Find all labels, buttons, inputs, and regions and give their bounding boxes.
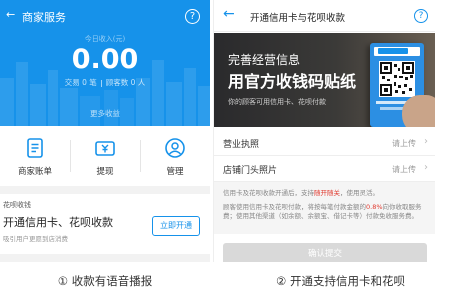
- chevron-right-icon: ›: [424, 162, 428, 173]
- promo-banner: 完善经营信息 用官方收钱码贴纸 你的顾客可用信用卡、花呗付款: [214, 33, 435, 127]
- banner-line-3: 你的顾客可用信用卡、花呗付款: [228, 98, 326, 106]
- help-icon[interactable]: ?: [185, 9, 200, 24]
- caption-left: ① 收款有语音播报: [57, 274, 153, 288]
- customer-count: 顾客数 0 人: [105, 78, 146, 87]
- hand-illustration: [402, 95, 435, 127]
- back-arrow-icon[interactable]: ←: [6, 8, 15, 21]
- grid-item-manage[interactable]: 管理: [140, 126, 210, 186]
- income-amount: 0.00: [71, 44, 139, 75]
- card-subtitle: 吸引用户更愿到店消费: [3, 235, 68, 243]
- person-icon: [165, 138, 185, 158]
- upload-link[interactable]: 请上传: [392, 138, 416, 149]
- credit-card-huabei-screen: ← 开通信用卡与花呗收款 ? 完善经营信息 用官方收钱码贴纸 你的顾客可用信用卡…: [213, 0, 435, 262]
- nav-bar: ← 开通信用卡与花呗收款 ?: [214, 0, 435, 32]
- activate-now-button[interactable]: 立即开通: [152, 216, 200, 236]
- qr-code-icon: [379, 61, 415, 97]
- back-arrow-icon[interactable]: ←: [223, 7, 235, 21]
- page-title: 开通信用卡与花呗收款: [250, 13, 346, 24]
- page-title: 商家服务: [22, 11, 66, 24]
- withdraw-icon: [95, 141, 115, 156]
- banner-line-1: 完善经营信息: [228, 53, 301, 67]
- grid-item-bills[interactable]: 商家账单: [0, 126, 70, 186]
- grid-label-manage: 管理: [166, 167, 184, 177]
- huabei-promo-card: 花呗收钱 开通信用卡、花呗收款 吸引用户更愿到店消费 立即开通: [0, 194, 210, 254]
- notice-line-2: 顾客使用信用卡及花呗付款，将按每笔付款金额的0.8%向你收取服务费；使用其他渠道…: [223, 203, 422, 220]
- business-license-row[interactable]: 营业执照 请上传 ›: [214, 130, 435, 156]
- card-tag: 花呗收钱: [3, 201, 31, 209]
- merchant-service-screen: ← 商家服务 ? 今日收入(元) 0.00 交易 0 笔顾客数 0 人 更多收益…: [0, 0, 210, 262]
- caption-right: ② 开通支持信用卡和花呗: [276, 274, 405, 288]
- function-grid: 商家账单 提现 管理: [0, 126, 210, 186]
- row-label: 营业执照: [223, 140, 260, 150]
- fee-notice: 信用卡及花呗收款开通后，支持随开随关，使用灵活。 顾客使用信用卡及花呗付款，将按…: [214, 182, 435, 234]
- grid-item-withdraw[interactable]: 提现: [70, 126, 140, 186]
- banner-line-2: 用官方收钱码贴纸: [228, 72, 357, 91]
- document-icon: [27, 138, 43, 158]
- grid-label-bills: 商家账单: [17, 167, 52, 177]
- notice-line-1: 信用卡及花呗收款开通后，支持随开随关，使用灵活。: [223, 189, 379, 197]
- transaction-count: 交易 0 笔: [64, 78, 97, 87]
- confirm-submit-button[interactable]: 确认提交: [223, 243, 427, 262]
- more-earnings-link[interactable]: 更多收益: [0, 108, 210, 119]
- help-icon[interactable]: ?: [414, 9, 428, 23]
- today-income-label: 今日收入(元): [84, 35, 126, 43]
- income-header: ← 商家服务 ? 今日收入(元) 0.00 交易 0 笔顾客数 0 人 更多收益: [0, 0, 210, 126]
- fee-rate: 0.8%: [366, 203, 383, 211]
- income-stats: 交易 0 笔顾客数 0 人: [0, 77, 210, 88]
- stats-divider: [100, 79, 102, 87]
- grid-label-withdraw: 提现: [96, 167, 114, 177]
- card-title: 开通信用卡、花呗收款: [3, 216, 113, 229]
- chevron-right-icon: ›: [424, 136, 428, 147]
- upload-link[interactable]: 请上传: [392, 164, 416, 175]
- storefront-photo-row[interactable]: 店铺门头照片 请上传 ›: [214, 156, 435, 182]
- highlight-text: 随开随关: [314, 189, 340, 197]
- row-label: 店铺门头照片: [223, 166, 278, 176]
